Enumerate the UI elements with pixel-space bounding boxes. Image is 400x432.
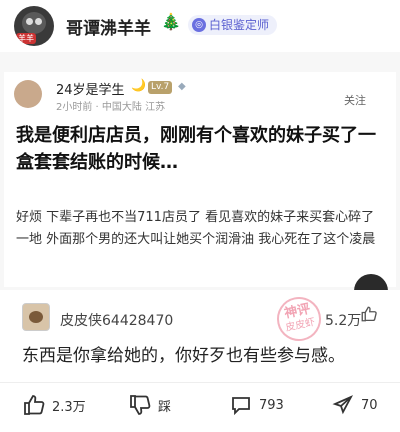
thumbs-up-icon (22, 393, 46, 417)
badge-icon: ◎ (192, 18, 206, 32)
thumbs-down-icon (128, 393, 152, 417)
like-count: 2.3万 (52, 399, 86, 415)
avatar-eye-right (35, 18, 42, 25)
comment-button[interactable]: 793 (229, 393, 284, 417)
dislike-button[interactable]: 踩 (128, 393, 171, 417)
share-icon (331, 393, 355, 417)
rank-badge[interactable]: ◎ 白银鉴定师 (188, 15, 278, 35)
comment-section (0, 290, 400, 380)
level-badge: Lv.7 (148, 81, 173, 94)
post-meta: 2小时前 · 中国大陆 江苏 (56, 102, 166, 113)
comment-count: 793 (259, 397, 284, 413)
gem-icon: ◆ (178, 81, 186, 92)
follow-button[interactable]: 关注 (344, 92, 366, 108)
comment-like-count: 5.2万 (325, 313, 362, 329)
user-avatar[interactable]: 羊羊 (14, 6, 54, 46)
share-button[interactable]: 70 (331, 393, 378, 417)
badge-label: 白银鉴定师 (209, 18, 270, 32)
comment-bubble-icon (229, 393, 253, 417)
header-bar: 羊羊 哥谭沸羊羊 🎄 ◎ 白银鉴定师 (0, 0, 400, 52)
tree-icon: 🎄 (161, 12, 181, 31)
commenter-avatar[interactable] (22, 303, 50, 331)
avatar-eye-left (26, 18, 33, 25)
post-title[interactable]: 我是便利店店员，刚刚有个喜欢的妹子买了一盒套套结账的时候… (16, 122, 386, 176)
comment-like-icon[interactable] (360, 305, 378, 327)
like-button[interactable]: 2.3万 (22, 393, 86, 417)
comment-text[interactable]: 东西是你拿给她的，你好歹也有些参与感。 (22, 341, 345, 366)
header-username[interactable]: 哥谭沸羊羊 (66, 14, 151, 39)
post-body[interactable]: 好烦 下辈子再也不当711店员了 看见喜欢的妹子来买套心碎了一地 外面那个男的还… (16, 207, 386, 251)
post-author-name[interactable]: 24岁是学生 (56, 79, 125, 98)
share-count: 70 (361, 397, 378, 413)
dislike-label: 踩 (158, 399, 172, 415)
commenter-name[interactable]: 皮皮侠64428470 (60, 310, 173, 330)
post-author-avatar[interactable] (14, 80, 42, 108)
moon-icon: 🌙 (131, 78, 146, 92)
avatar-tag: 羊羊 (16, 33, 36, 44)
